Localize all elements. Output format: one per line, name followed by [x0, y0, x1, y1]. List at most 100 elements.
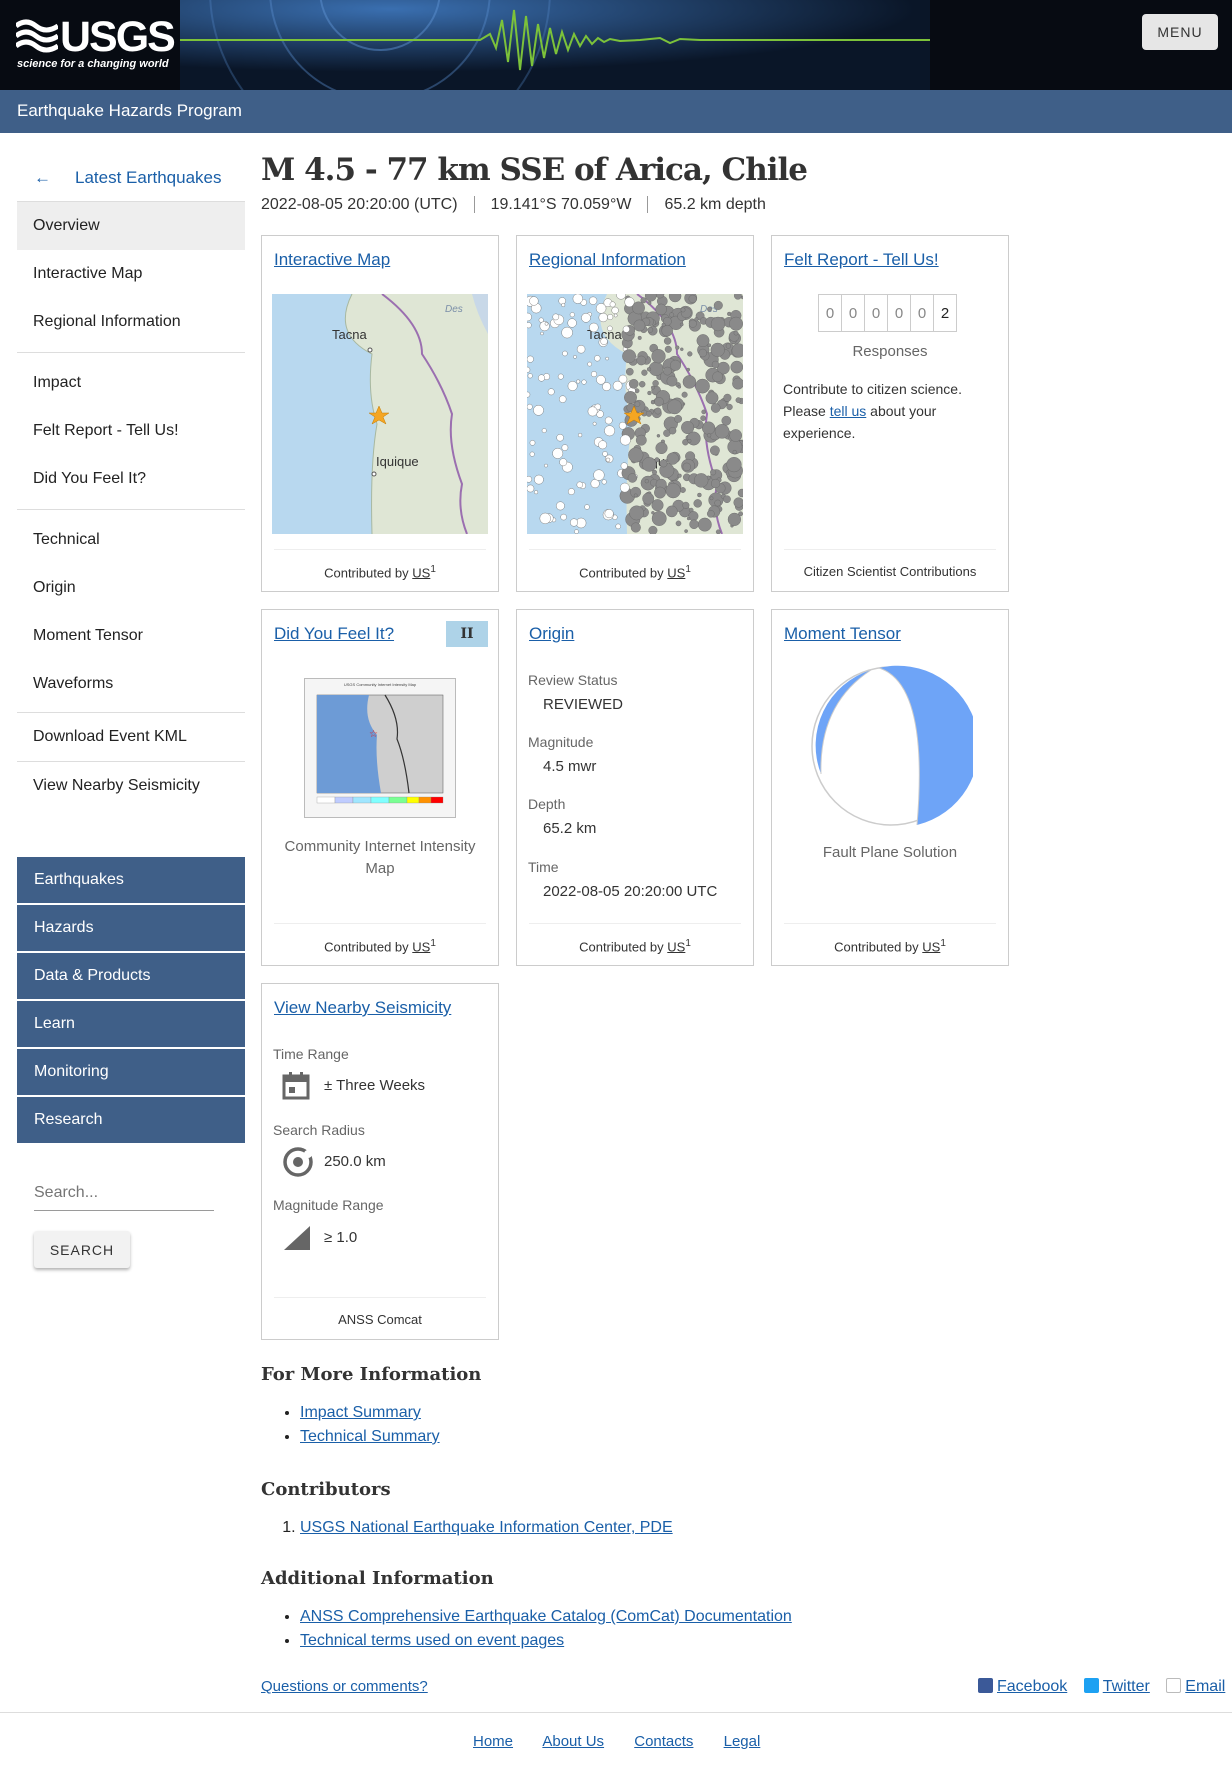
- sidebar-item-technical[interactable]: Technical: [17, 516, 245, 564]
- seismicity-dot: [710, 469, 717, 476]
- time-value: 2022-08-05 20:20:00 UTC: [543, 883, 718, 900]
- seismicity-dot: [589, 322, 599, 333]
- felt-report-link[interactable]: Felt Report - Tell Us!: [784, 250, 939, 270]
- search-button[interactable]: SEARCH: [34, 1231, 130, 1268]
- seismicity-dot: [527, 476, 532, 483]
- intensity-badge: II: [446, 621, 488, 647]
- fault-plane-caption: Fault Plane Solution: [822, 844, 958, 861]
- regional-information-card: Regional Information Tacna Iqu Des Contr…: [516, 235, 754, 592]
- seismicity-dot: [723, 393, 732, 402]
- seismicity-dot: [655, 303, 667, 316]
- seismicity-dot: [697, 517, 712, 532]
- search-input[interactable]: [34, 1176, 214, 1211]
- divider: [17, 509, 245, 510]
- dyfi-map-thumbnail[interactable]: USGS Community Internet Intensity Map ☆: [304, 678, 456, 818]
- seismicity-dot: [544, 463, 548, 468]
- time-range-value: ± Three Weeks: [324, 1077, 426, 1094]
- beachball-icon[interactable]: [809, 664, 973, 828]
- menu-data-products[interactable]: Data & Products: [17, 953, 245, 999]
- depth-label: Depth: [528, 796, 566, 812]
- footer-home-link[interactable]: Home: [473, 1733, 513, 1750]
- facebook-link[interactable]: Facebook: [997, 1678, 1067, 1695]
- interactive-map-link[interactable]: Interactive Map: [274, 250, 390, 270]
- contrib-prefix: Contributed by: [579, 565, 664, 581]
- seismicity-dot: [707, 343, 712, 348]
- interactive-map-thumbnail[interactable]: Des Tacna Iquique: [272, 294, 488, 534]
- twitter-link[interactable]: Twitter: [1103, 1678, 1150, 1695]
- seismicity-dot: [567, 381, 578, 391]
- seismicity-dot: [697, 492, 702, 498]
- contributor-link[interactable]: US: [412, 939, 430, 954]
- contributor-link[interactable]: US: [667, 939, 685, 954]
- sidebar-item-impact[interactable]: Impact: [17, 359, 245, 407]
- nearby-seismicity-link[interactable]: View Nearby Seismicity: [274, 998, 451, 1018]
- footer-contacts-link[interactable]: Contacts: [634, 1733, 693, 1750]
- origin-link[interactable]: Origin: [529, 624, 574, 644]
- seismicity-dot: [701, 409, 706, 415]
- seismicity-dot: [645, 410, 652, 417]
- contributor-link[interactable]: US: [922, 939, 940, 954]
- sidebar-item-moment-tensor[interactable]: Moment Tensor: [17, 612, 245, 660]
- dyfi-map-image: USGS Community Internet Intensity Map ☆: [316, 682, 444, 804]
- seismicity-dot: [533, 405, 544, 416]
- seismicity-dot: [529, 451, 535, 457]
- latest-earthquakes-link[interactable]: ← Latest Earthquakes: [17, 154, 245, 202]
- seismicity-dot: [601, 479, 607, 485]
- seismicity-dot: [633, 493, 638, 498]
- menu-hazards[interactable]: Hazards: [17, 905, 245, 951]
- sidebar-item-felt-report[interactable]: Felt Report - Tell Us!: [17, 407, 245, 455]
- tell-us-link[interactable]: tell us: [830, 403, 867, 419]
- citizen-footer: Citizen Scientist Contributions: [784, 549, 996, 591]
- seismicity-dot: [681, 391, 688, 398]
- counter-digit: 0: [910, 294, 934, 332]
- footer-legal-link[interactable]: Legal: [724, 1733, 761, 1750]
- seismicity-dot: [700, 415, 706, 421]
- sidebar-item-regional-information[interactable]: Regional Information: [17, 298, 245, 346]
- menu-learn[interactable]: Learn: [17, 1001, 245, 1047]
- seismicity-dot: [651, 349, 666, 364]
- email-link[interactable]: Email: [1185, 1678, 1225, 1695]
- map-label-des: Des: [445, 304, 463, 315]
- contributor-link[interactable]: US: [412, 565, 430, 580]
- usgs-logo[interactable]: USGS science for a changing world: [16, 13, 176, 74]
- comcat-documentation-link[interactable]: ANSS Comprehensive Earthquake Catalog (C…: [300, 1608, 792, 1625]
- program-title[interactable]: Earthquake Hazards Program: [17, 101, 242, 121]
- contributor-link[interactable]: US: [667, 565, 685, 580]
- sidebar-item-overview[interactable]: Overview: [17, 202, 245, 250]
- questions-link[interactable]: Questions or comments?: [261, 1678, 428, 1695]
- seismicity-dot: [654, 486, 666, 499]
- seismicity-dot: [627, 473, 638, 483]
- regional-map-thumbnail[interactable]: Tacna Iqu Des: [527, 294, 743, 534]
- sidebar-item-did-you-feel-it[interactable]: Did You Feel It?: [17, 455, 245, 503]
- sidebar-item-waveforms[interactable]: Waveforms: [17, 660, 245, 708]
- moment-tensor-link[interactable]: Moment Tensor: [784, 624, 901, 644]
- contributor-neic-link[interactable]: USGS National Earthquake Information Cen…: [300, 1519, 673, 1536]
- sidebar-item-nearby-seismicity[interactable]: View Nearby Seismicity: [17, 762, 245, 810]
- menu-research[interactable]: Research: [17, 1097, 245, 1143]
- seismicity-dot: [594, 355, 601, 362]
- regional-information-link[interactable]: Regional Information: [529, 250, 686, 270]
- seismicity-dot: [668, 294, 682, 303]
- footer-divider: [0, 1712, 1232, 1713]
- menu-earthquakes[interactable]: Earthquakes: [17, 857, 245, 903]
- sidebar-item-download-kml[interactable]: Download Event KML: [17, 713, 245, 761]
- contrib-prefix: Contributed by: [579, 939, 664, 955]
- menu-monitoring[interactable]: Monitoring: [17, 1049, 245, 1095]
- dyfi-link[interactable]: Did You Feel It?: [274, 624, 394, 644]
- seismicity-dot: [613, 313, 618, 318]
- map-label-iquique: Iquique: [376, 454, 419, 469]
- seismicity-dot: [552, 313, 560, 321]
- impact-summary-link[interactable]: Impact Summary: [300, 1404, 421, 1421]
- seismicity-dot: [702, 421, 716, 435]
- footnote-ref: 1: [430, 564, 436, 575]
- seismicity-dot: [688, 511, 699, 522]
- sidebar-item-interactive-map[interactable]: Interactive Map: [17, 250, 245, 298]
- sidebar-item-origin[interactable]: Origin: [17, 564, 245, 612]
- menu-button[interactable]: MENU: [1142, 14, 1218, 50]
- technical-summary-link[interactable]: Technical Summary: [300, 1428, 440, 1445]
- magnitude-label: Magnitude: [528, 734, 594, 750]
- footer-about-link[interactable]: About Us: [542, 1733, 604, 1750]
- seismicity-dot: [587, 361, 592, 367]
- technical-terms-link[interactable]: Technical terms used on event pages: [300, 1632, 564, 1649]
- seismicity-dot: [675, 345, 680, 350]
